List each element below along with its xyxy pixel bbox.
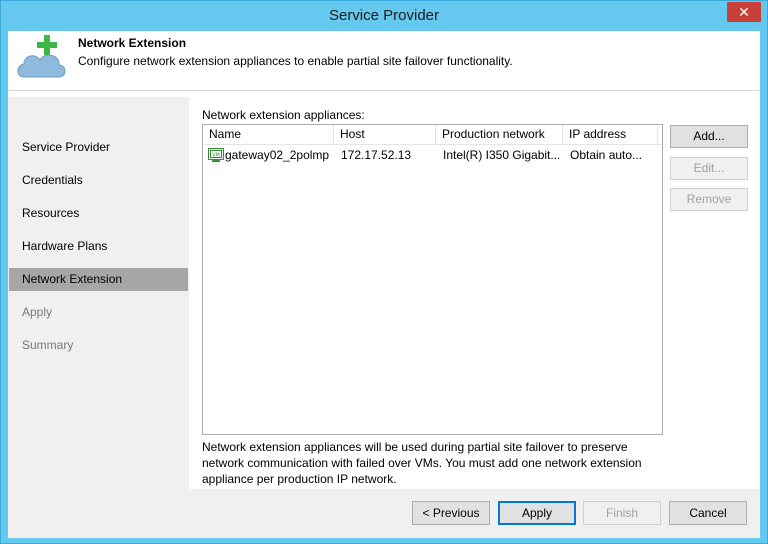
appliance-host: 172.17.52.13 <box>341 148 412 162</box>
list-item[interactable]: VM gateway02_2polmp 172.17.52.13 Intel(R… <box>203 146 662 165</box>
appliances-list-label: Network extension appliances: <box>202 108 365 122</box>
list-header: Name Host Production network IP address <box>203 125 662 145</box>
step-hardware-plans[interactable]: Hardware Plans <box>9 235 188 258</box>
step-credentials[interactable]: Credentials <box>9 169 188 192</box>
step-network-extension[interactable]: Network Extension <box>9 268 188 291</box>
column-header-production-network[interactable]: Production network <box>436 125 563 145</box>
wizard-window: Service Provider ✕ Network Extension Con… <box>0 0 768 544</box>
wizard-steps: Service Provider Credentials Resources H… <box>8 97 189 489</box>
wizard-client: Network Extension Configure network exte… <box>8 31 760 538</box>
cancel-button[interactable]: Cancel <box>669 501 747 525</box>
column-header-host[interactable]: Host <box>334 125 436 145</box>
window-title: Service Provider <box>328 7 440 24</box>
title-bar[interactable]: Service Provider ✕ <box>1 1 767 31</box>
step-description: Configure network extension appliances t… <box>78 54 513 68</box>
info-note: Network extension appliances will be use… <box>202 440 642 486</box>
step-summary: Summary <box>22 338 74 352</box>
add-button[interactable]: Add... <box>670 125 748 148</box>
step-content: Network extension appliances: Name Host … <box>189 97 760 489</box>
step-resources[interactable]: Resources <box>9 202 188 225</box>
svg-text:VM: VM <box>212 153 220 159</box>
step-title: Network Extension <box>78 36 187 50</box>
remove-button[interactable]: Remove <box>670 188 748 211</box>
apply-button[interactable]: Apply <box>498 501 576 525</box>
step-apply: Apply <box>22 305 53 319</box>
close-button[interactable]: ✕ <box>727 2 761 22</box>
previous-button[interactable]: < Previous <box>412 501 490 525</box>
step-header: Network Extension Configure network exte… <box>8 31 760 91</box>
column-header-ip-address[interactable]: IP address <box>563 125 658 145</box>
edit-button[interactable]: Edit... <box>670 157 748 180</box>
finish-button[interactable]: Finish <box>583 501 661 525</box>
appliance-name: gateway02_2polmp <box>225 148 330 162</box>
cloud-plus-icon <box>17 35 66 78</box>
wizard-footer: < Previous Apply Finish Cancel <box>8 489 760 538</box>
appliance-ip-address: Obtain auto... <box>570 148 643 162</box>
step-service-provider[interactable]: Service Provider <box>9 136 188 159</box>
appliance-production-network: Intel(R) I350 Gigabit... <box>443 148 561 162</box>
vm-appliance-icon: VM <box>208 148 224 162</box>
column-header-name[interactable]: Name <box>203 125 334 145</box>
appliances-list[interactable]: Name Host Production network IP address … <box>202 124 663 435</box>
